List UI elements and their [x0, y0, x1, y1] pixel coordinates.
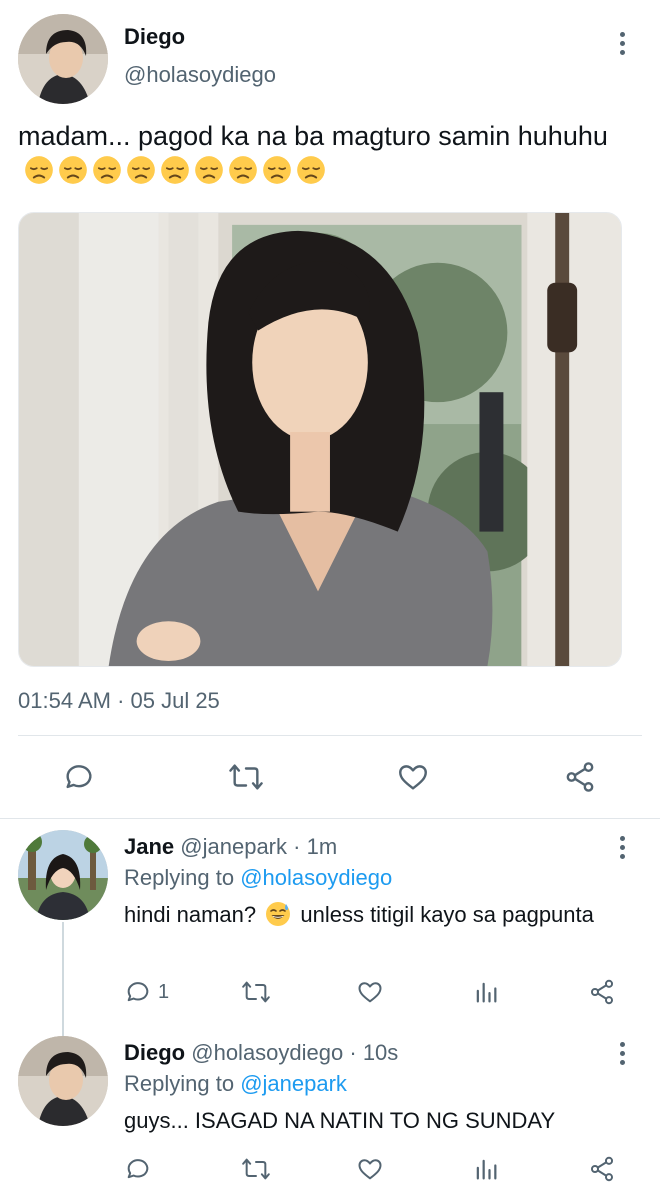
retweet-icon — [242, 1158, 270, 1180]
more-options-icon[interactable] — [612, 832, 632, 862]
reply-header: Jane @janepark · 1m — [124, 834, 337, 860]
like-icon — [399, 765, 427, 790]
retweet-icon — [229, 764, 263, 790]
stats-button[interactable] — [472, 978, 500, 1006]
retweet-button[interactable] — [240, 978, 272, 1006]
retweet-button[interactable] — [240, 1155, 272, 1183]
reply-time[interactable]: · 1m — [293, 834, 337, 859]
stats-button[interactable] — [472, 1155, 500, 1183]
reply-text: guys... ISAGAD NA NATIN TO NG SUNDAY — [124, 1108, 556, 1133]
disappointed-face-emoji — [229, 156, 257, 184]
share-button[interactable] — [588, 1155, 616, 1183]
disappointed-face-emoji — [59, 156, 87, 184]
disappointed-face-emoji-group — [24, 155, 326, 185]
like-button[interactable] — [396, 760, 430, 794]
tweet-text: madam... pagod ka na ba magturo samin hu… — [18, 118, 638, 190]
stats-icon — [476, 982, 497, 1003]
author-name[interactable]: Diego — [124, 24, 185, 50]
tweet-photo[interactable] — [18, 212, 622, 667]
thread-connector — [62, 922, 64, 1040]
share-icon — [566, 762, 594, 792]
reply-count: 1 — [158, 980, 170, 1003]
more-options-icon[interactable] — [612, 28, 632, 58]
disappointed-face-emoji — [195, 156, 223, 184]
replying-to: Replying to @holasoydiego — [124, 865, 392, 891]
sweat-smile-emoji — [266, 902, 291, 926]
disappointed-face-emoji — [161, 156, 189, 184]
share-button[interactable] — [588, 978, 616, 1006]
divider — [18, 735, 642, 736]
like-button[interactable] — [356, 1155, 384, 1183]
author-avatar[interactable] — [18, 14, 108, 104]
retweet-button[interactable] — [227, 760, 265, 794]
reply-text-part2: unless titigil kayo sa pagpunta — [300, 902, 594, 927]
disappointed-face-emoji — [93, 156, 121, 184]
reply-author-name[interactable]: Diego — [124, 1040, 185, 1065]
tweet-text-content: madam... pagod ka na ba magturo samin hu… — [18, 121, 608, 151]
share-button[interactable] — [563, 760, 597, 794]
reply-button[interactable] — [62, 760, 96, 794]
reply-author-handle[interactable]: @janepark — [180, 834, 287, 859]
replying-to-label: Replying to — [124, 865, 235, 890]
reply-author-name[interactable]: Jane — [124, 834, 174, 859]
replying-to-label: Replying to — [124, 1071, 235, 1096]
share-icon — [590, 979, 614, 1005]
like-button[interactable] — [356, 978, 384, 1006]
replying-to: Replying to @janepark — [124, 1071, 347, 1097]
disappointed-face-emoji — [127, 156, 155, 184]
tweet-timestamp[interactable]: 01:54 AM · 05 Jul 25 — [18, 688, 220, 714]
reply-button[interactable] — [124, 1155, 152, 1183]
disappointed-face-emoji — [25, 156, 53, 184]
reply-avatar-diego[interactable] — [18, 1036, 108, 1126]
replying-to-handle[interactable]: @janepark — [240, 1071, 347, 1096]
stats-icon — [476, 1159, 497, 1180]
divider — [0, 818, 660, 819]
like-icon — [358, 1159, 382, 1180]
share-icon — [590, 1156, 614, 1182]
reply-text-part1: hindi naman? — [124, 902, 257, 927]
retweet-icon — [242, 981, 270, 1003]
author-handle[interactable]: @holasoydiego — [124, 62, 276, 88]
reply-icon — [127, 982, 149, 1002]
reply-header: Diego @holasoydiego · 10s — [124, 1040, 398, 1066]
reply-text: hindi naman? unless titigil kayo sa pagp… — [124, 900, 594, 930]
reply-time[interactable]: · 10s — [349, 1040, 398, 1065]
disappointed-face-emoji — [263, 156, 291, 184]
reply-icon — [127, 1159, 149, 1179]
reply-author-handle[interactable]: @holasoydiego — [191, 1040, 343, 1065]
like-icon — [358, 982, 382, 1003]
disappointed-face-emoji — [297, 156, 325, 184]
replying-to-handle[interactable]: @holasoydiego — [240, 865, 392, 890]
reply-avatar-jane[interactable] — [18, 830, 108, 920]
more-options-icon[interactable] — [612, 1038, 632, 1068]
reply-button[interactable]: 1 — [124, 978, 169, 1006]
reply-icon — [66, 765, 92, 789]
